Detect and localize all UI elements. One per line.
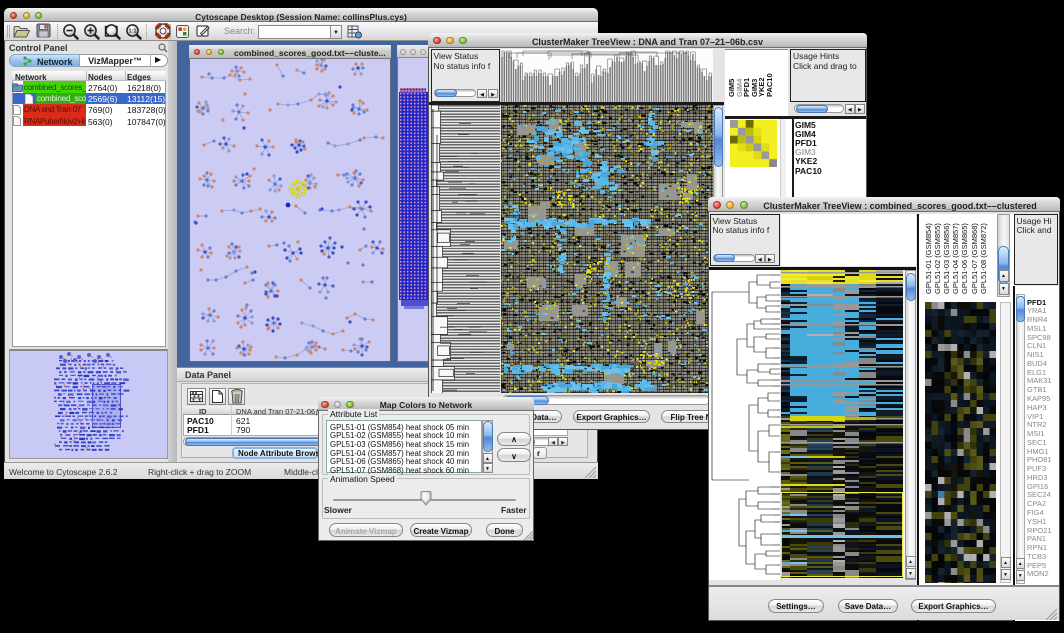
svg-text:1:1: 1:1 [129, 29, 137, 35]
